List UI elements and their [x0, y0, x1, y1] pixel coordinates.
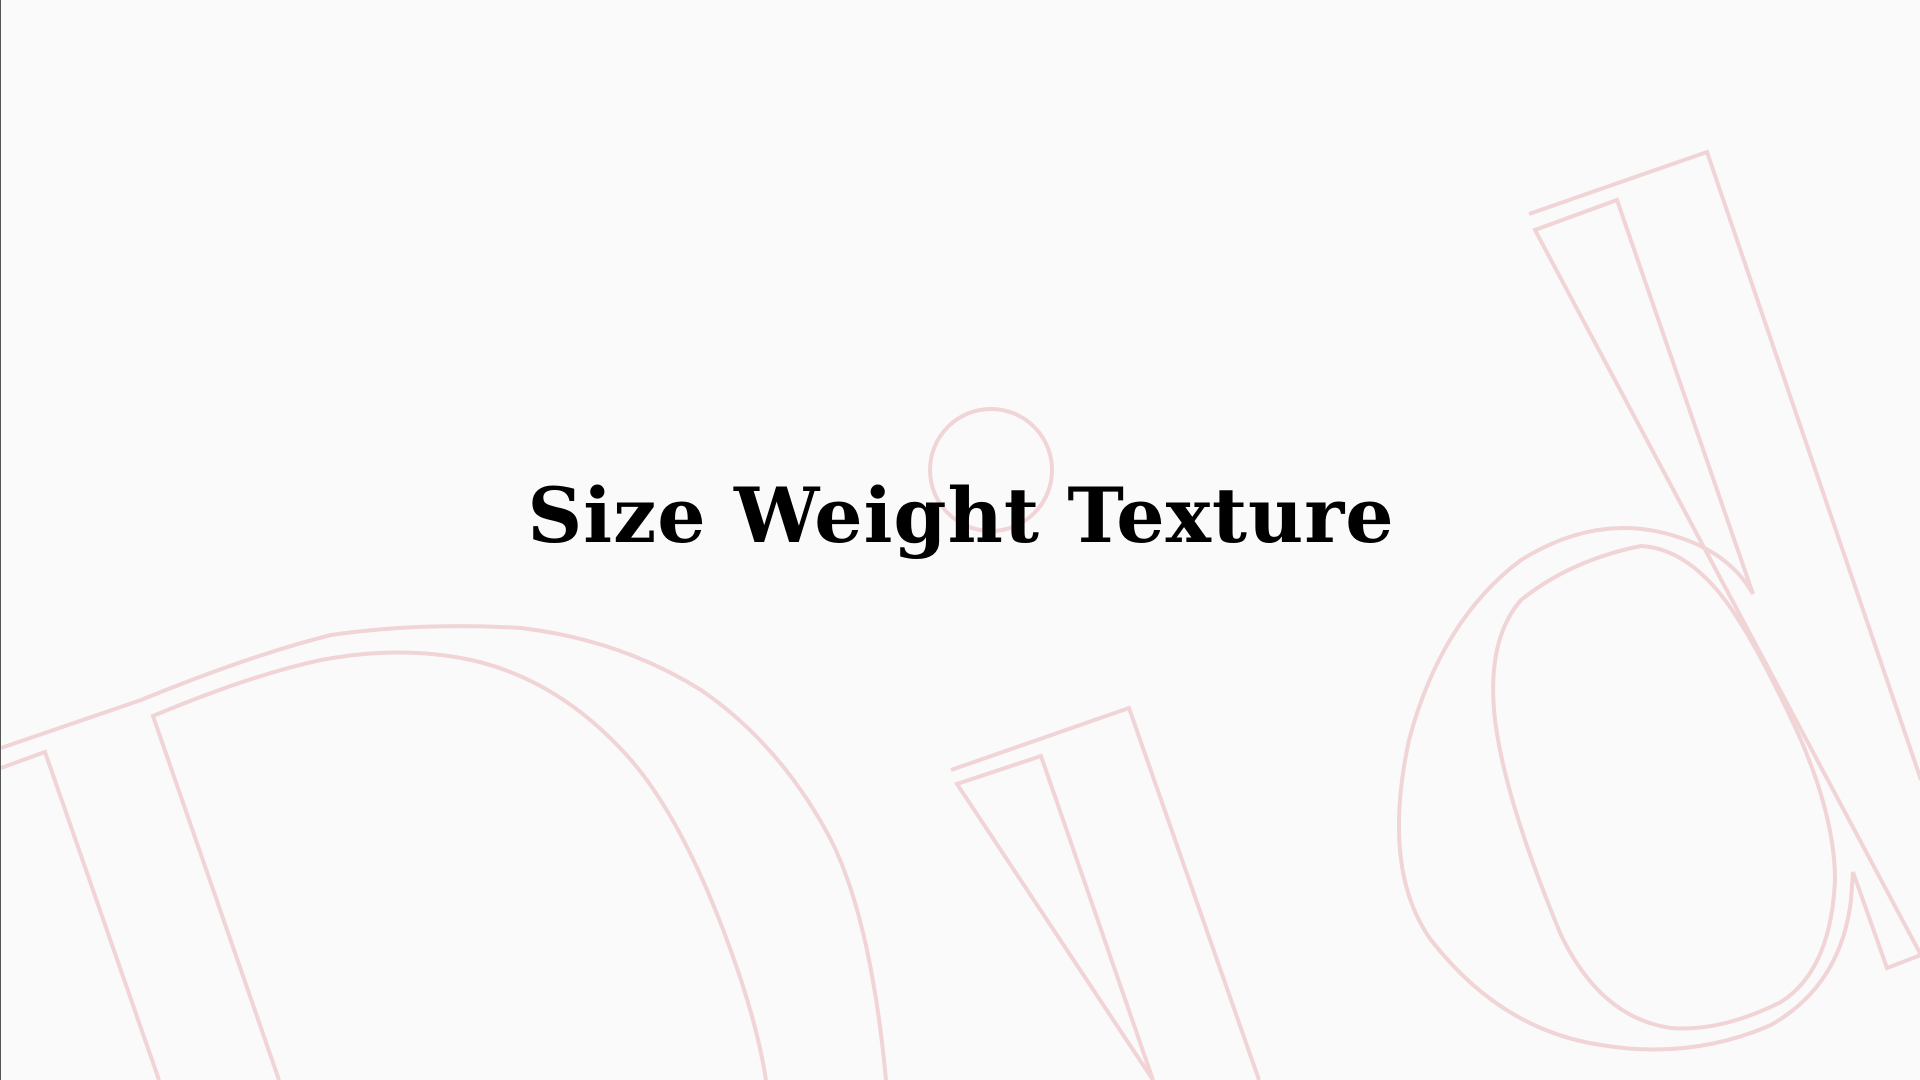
outline-d-ascender	[1397, 149, 1920, 1052]
outline-h-shoulder	[150, 650, 768, 1080]
outline-h-inner	[1, 749, 161, 1080]
outline-letter-h	[1, 624, 888, 1080]
outline-letter-d	[1397, 149, 1920, 1052]
slide-title: Size Weight Texture	[527, 471, 1395, 560]
outline-i-stem	[950, 705, 1261, 1080]
slide-canvas: Size Weight Texture	[0, 0, 1920, 1080]
outline-d-bowl	[1491, 543, 1838, 1031]
